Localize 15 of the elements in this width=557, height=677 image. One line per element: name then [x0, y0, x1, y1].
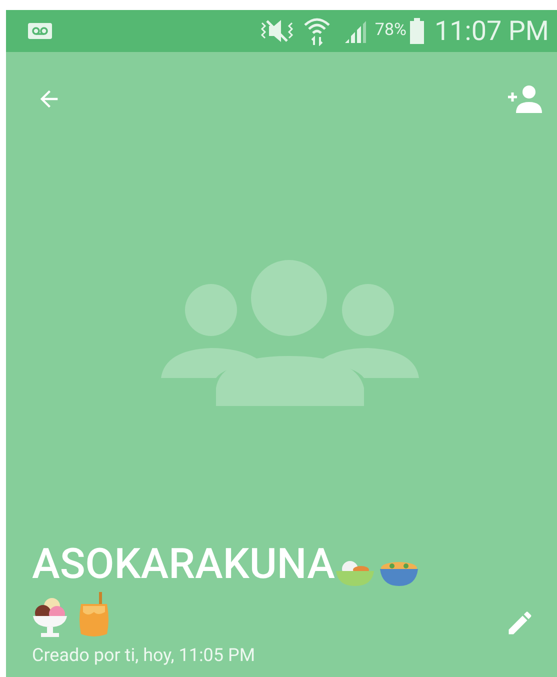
battery-icon: [410, 18, 424, 44]
honey-pot-icon: [78, 592, 110, 638]
clock: 11:07 PM: [434, 18, 549, 44]
noodle-bowl-icon: [378, 560, 419, 586]
created-info: Creado por ti, hoy, 11:05 PM: [32, 644, 256, 668]
ice-cream-icon: [32, 596, 68, 638]
add-person-icon[interactable]: [507, 84, 543, 114]
signal-icon: [342, 19, 367, 43]
group-name: ASOKARAKUNA: [32, 544, 335, 586]
wifi-icon: [302, 16, 331, 46]
voicemail-icon: [28, 23, 52, 39]
rice-bowl-icon: [334, 560, 375, 586]
vibrate-mute-icon: [258, 17, 295, 45]
battery-percent: 78%: [374, 19, 406, 42]
group-avatar-icon: [160, 260, 418, 406]
